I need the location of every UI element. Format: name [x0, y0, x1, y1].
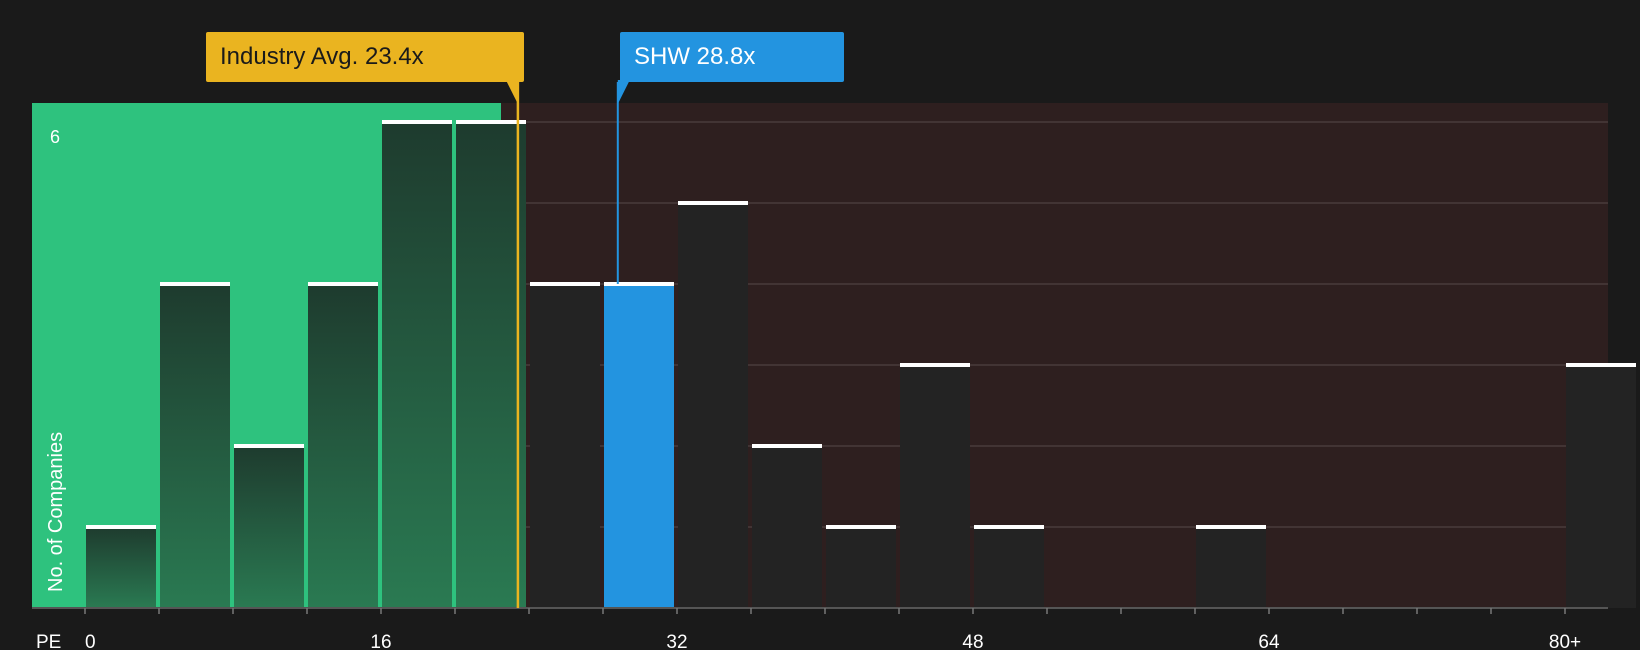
- bar-cap: [308, 282, 378, 286]
- x-tick-label: 48: [962, 632, 983, 650]
- bar-cap: [752, 444, 822, 448]
- bar: [1566, 365, 1636, 608]
- bar-cap: [382, 120, 452, 124]
- bar-cap: [86, 525, 156, 529]
- industry-avg-label: Industry Avg. 23.4x: [206, 32, 524, 82]
- bar: [900, 365, 970, 608]
- bar: [530, 284, 600, 608]
- bar: [1196, 527, 1266, 608]
- y-max-tick-label: 6: [50, 127, 60, 147]
- bar-cap: [530, 282, 600, 286]
- x-tick-label: 80+: [1549, 632, 1581, 650]
- bar-cap: [1566, 363, 1636, 367]
- bar: [308, 284, 378, 608]
- bar: [678, 203, 748, 608]
- industry-avg-pointer: [505, 80, 518, 104]
- highlighted-bar: [604, 284, 674, 608]
- bar: [456, 122, 526, 608]
- bar-cap: [678, 201, 748, 205]
- bar-cap: [234, 444, 304, 448]
- x-tick-label: 64: [1258, 632, 1280, 650]
- x-axis-label: PE: [36, 632, 61, 650]
- x-tick-label: 32: [666, 632, 687, 650]
- bar: [826, 527, 896, 608]
- bar: [974, 527, 1044, 608]
- y-axis-label: No. of Companies: [45, 432, 67, 592]
- bar-cap: [160, 282, 230, 286]
- pe-distribution-chart: 0 16 32 48 64 80+ 6 No. of Companies PE: [32, 80, 1636, 650]
- x-tick-label: 0: [85, 632, 96, 650]
- bar: [86, 527, 156, 608]
- bar: [752, 446, 822, 608]
- bar-cap: [1196, 525, 1266, 529]
- bar-cap: [826, 525, 896, 529]
- company-pe-label: SHW 28.8x: [620, 32, 844, 82]
- bar: [234, 446, 304, 608]
- bar-cap: [900, 363, 970, 367]
- bar-cap: [456, 120, 526, 124]
- bar: [382, 122, 452, 608]
- bar-cap: [974, 525, 1044, 529]
- bar: [160, 284, 230, 608]
- x-tick-label: 16: [370, 632, 391, 650]
- x-axis: 0 16 32 48 64 80+: [32, 607, 1608, 650]
- bar-cap: [604, 282, 674, 286]
- company-pe-pointer: [617, 80, 630, 104]
